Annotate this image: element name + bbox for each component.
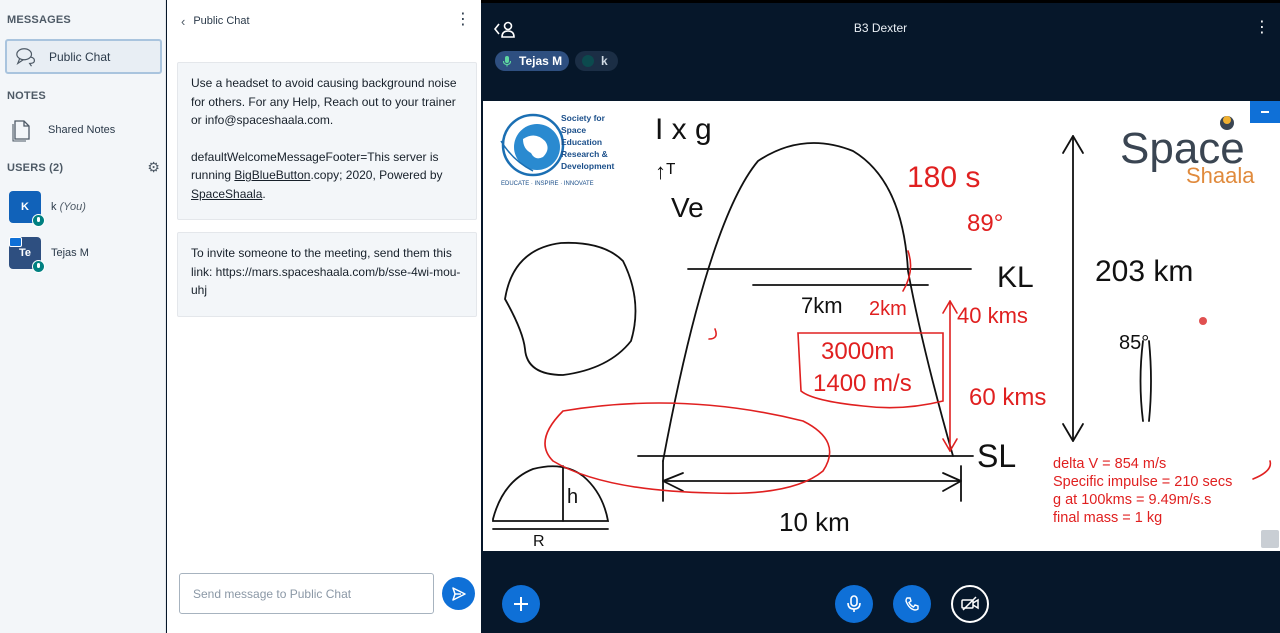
mic-status-icon bbox=[32, 214, 45, 227]
sser-logo: Society for Space Education Research & D… bbox=[500, 113, 615, 187]
hw-t11: 3000m bbox=[821, 338, 894, 365]
hw-t10: 40 kms bbox=[957, 303, 1028, 328]
hw-t1: I x g bbox=[655, 113, 712, 146]
notes-icon bbox=[12, 119, 30, 142]
user-item[interactable]: K k (You) bbox=[9, 189, 159, 227]
notes-section-title: NOTES bbox=[7, 90, 46, 102]
chat-header[interactable]: ‹ Public Chat bbox=[181, 12, 250, 30]
sser-line4: Research & bbox=[561, 149, 608, 159]
send-button[interactable] bbox=[442, 577, 475, 610]
mic-status-icon bbox=[32, 260, 45, 273]
hw-t5: 89° bbox=[967, 210, 1003, 237]
userlist-sidebar: MESSAGES Public Chat NOTES Shared Notes … bbox=[0, 0, 166, 633]
note-specific-impulse: Specific impulse = 210 secs bbox=[1053, 474, 1232, 490]
presenter-icon bbox=[9, 237, 22, 247]
hw-t13: 60 kms bbox=[969, 384, 1046, 411]
fullscreen-button[interactable] bbox=[1261, 530, 1279, 548]
typed-notes: delta V = 854 m/s Specific impulse = 210… bbox=[1053, 456, 1232, 526]
public-chat-label: Public Chat bbox=[49, 49, 111, 64]
invite-text: To invite someone to the meeting, send t… bbox=[191, 246, 461, 297]
actions-button[interactable] bbox=[502, 585, 540, 623]
user-name: Tejas M bbox=[51, 247, 89, 259]
shared-notes-label: Shared Notes bbox=[48, 123, 116, 136]
avatar-initials: K bbox=[21, 201, 29, 213]
talking-indicator[interactable]: Tejas M bbox=[495, 51, 569, 71]
hw-t4: 180 s bbox=[907, 161, 980, 194]
chat-panel: ‹ Public Chat ⋮ Use a headset to avoid c… bbox=[167, 0, 481, 633]
note-final-mass: final mass = 1 kg bbox=[1053, 510, 1162, 526]
hw-t9: 2km bbox=[869, 298, 907, 320]
talking-indicator[interactable]: k bbox=[575, 51, 618, 71]
plus-icon bbox=[514, 597, 528, 611]
chat-icon bbox=[16, 47, 35, 66]
hw-t8: 7km bbox=[801, 293, 843, 318]
chat-title: Public Chat bbox=[193, 15, 250, 27]
welcome-message: Use a headset to avoid causing backgroun… bbox=[177, 62, 477, 220]
hw-t18: 85° bbox=[1119, 332, 1149, 354]
hw-t7: 203 km bbox=[1095, 255, 1193, 288]
sser-line2: Space bbox=[561, 125, 586, 135]
user-name-text: k bbox=[51, 201, 57, 213]
user-you-tag: (You) bbox=[59, 201, 86, 213]
user-item[interactable]: Te Tejas M bbox=[9, 235, 159, 273]
spaceshaala-bottom: Shaala bbox=[1186, 163, 1255, 188]
camera-off-icon bbox=[961, 596, 979, 611]
note-delta-v: delta V = 854 m/s bbox=[1053, 456, 1166, 472]
shared-notes-item[interactable]: Shared Notes bbox=[5, 113, 162, 146]
talker-name: k bbox=[601, 54, 608, 68]
phone-icon bbox=[905, 597, 919, 611]
bigbluebutton-link[interactable]: BigBlueButton bbox=[234, 168, 310, 182]
mute-button[interactable] bbox=[835, 585, 873, 623]
messages-section-title: MESSAGES bbox=[7, 14, 71, 26]
whiteboard-canvas[interactable]: Society for Space Education Research & D… bbox=[483, 101, 1280, 551]
gear-icon[interactable]: ⚙ bbox=[146, 160, 161, 175]
minimize-presentation-button[interactable] bbox=[1250, 101, 1280, 123]
sser-line5: Development bbox=[561, 161, 615, 171]
whiteboard-presentation[interactable]: Society for Space Education Research & D… bbox=[483, 101, 1280, 551]
hw-t14: SL bbox=[977, 438, 1016, 474]
users-section-title: USERS (2) bbox=[7, 162, 64, 174]
chevron-left-icon[interactable]: ‹ bbox=[181, 14, 185, 29]
sser-line1: Society for bbox=[561, 113, 606, 123]
hw-t3: Ve bbox=[671, 192, 704, 223]
meeting-area: B3 Dexter ⋮ Tejas M k Society for Space … bbox=[481, 0, 1280, 633]
more-options-icon[interactable]: ⋮ bbox=[455, 12, 471, 30]
hw-t17: h bbox=[567, 486, 578, 508]
hw-t2: ↑ᵀ bbox=[655, 159, 676, 184]
footer-mid: .copy; 2020, Powered by bbox=[310, 168, 443, 182]
send-icon bbox=[451, 586, 466, 601]
microphone-icon bbox=[847, 595, 861, 612]
leave-audio-button[interactable] bbox=[893, 585, 931, 623]
sser-tagline: EDUCATE · INSPIRE · INNOVATE bbox=[501, 181, 594, 187]
talker-name: Tejas M bbox=[519, 54, 563, 68]
welcome-footer: defaultWelcomeMessageFooter=This server … bbox=[191, 148, 463, 204]
avatar: Te bbox=[9, 237, 45, 273]
spaceshaala-link[interactable]: SpaceShaala bbox=[191, 187, 262, 201]
user-name: k (You) bbox=[51, 201, 86, 213]
microphone-icon bbox=[502, 56, 512, 67]
meeting-title: B3 Dexter bbox=[853, 21, 908, 35]
chat-message-input[interactable] bbox=[179, 573, 434, 614]
sser-line3: Education bbox=[561, 137, 602, 147]
public-chat-item[interactable]: Public Chat bbox=[5, 39, 162, 74]
hw-t15: 10 km bbox=[779, 507, 850, 537]
footer-end: . bbox=[262, 186, 266, 201]
hw-t6: KL bbox=[997, 261, 1034, 294]
hw-t16: R bbox=[533, 533, 545, 550]
top-border bbox=[481, 0, 1280, 3]
invite-message: To invite someone to the meeting, send t… bbox=[177, 232, 477, 317]
more-options-icon[interactable]: ⋮ bbox=[1254, 18, 1270, 38]
spaceshaala-logo: Space Shaala bbox=[1120, 116, 1255, 188]
muted-dot-icon bbox=[582, 55, 594, 67]
note-gravity: g at 100kms = 9.49m/s.s bbox=[1053, 492, 1211, 508]
avatar-initials: Te bbox=[18, 247, 32, 259]
welcome-text: Use a headset to avoid causing backgroun… bbox=[191, 76, 457, 127]
share-camera-button[interactable] bbox=[951, 585, 989, 623]
hw-t12: 1400 m/s bbox=[813, 370, 912, 397]
avatar: K bbox=[9, 191, 45, 227]
